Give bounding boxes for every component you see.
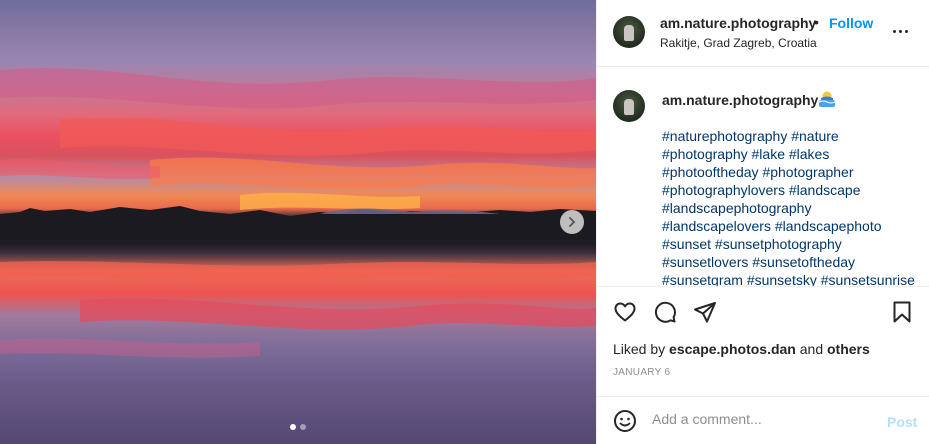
more-icon-dot: [899, 30, 902, 33]
author-avatar[interactable]: [613, 16, 645, 48]
emoji-button[interactable]: [613, 409, 637, 438]
instagram-post: am.nature.photography • Follow Rakitje, …: [0, 0, 929, 444]
comment-input[interactable]: [652, 411, 872, 427]
hashtag-list: #naturephotography #nature #photography …: [662, 127, 924, 286]
hashtag-line[interactable]: #photographylovers #landscape: [662, 181, 924, 199]
person-in-lake-emoji: [818, 91, 836, 107]
sunset-lake-photo: [0, 68, 596, 358]
carousel-dot: [300, 424, 306, 430]
comment-composer: Post: [597, 396, 929, 444]
hashtag-line[interactable]: #landscapephotography: [662, 199, 924, 217]
post-header: am.nature.photography • Follow Rakitje, …: [597, 0, 929, 67]
caption-avatar[interactable]: [613, 90, 645, 122]
post-date[interactable]: January 6: [613, 367, 670, 378]
post-photo[interactable]: [0, 0, 596, 444]
carousel-next-button[interactable]: [560, 210, 584, 234]
more-options-button[interactable]: [893, 30, 908, 33]
like-button[interactable]: [613, 300, 637, 329]
likes-prefix: Liked by: [613, 341, 666, 357]
author-username[interactable]: am.nature.photography: [660, 15, 816, 31]
share-button[interactable]: [693, 300, 717, 329]
hashtag-line[interactable]: #sunset #sunsetphotography: [662, 235, 924, 253]
post-actions: Liked by escape.photos.dan and others Ja…: [597, 286, 929, 398]
post-side-panel: am.nature.photography • Follow Rakitje, …: [596, 0, 929, 444]
likes-summary: Liked by escape.photos.dan and others: [613, 341, 870, 357]
separator-dot: •: [814, 14, 819, 30]
hashtag-line[interactable]: #landscapelovers #landscapephoto: [662, 217, 924, 235]
likes-others-link[interactable]: others: [827, 341, 870, 357]
more-icon-dot: [905, 30, 908, 33]
hashtag-line[interactable]: #sunsetgram #sunsetsky #sunsetsunrise: [662, 271, 924, 286]
bookmark-icon: [893, 301, 911, 323]
post-comment-button[interactable]: Post: [887, 414, 917, 430]
liked-by-user[interactable]: escape.photos.dan: [669, 341, 796, 357]
comment-button[interactable]: [653, 300, 677, 329]
carousel-indicator: [0, 424, 596, 430]
carousel-dot-active: [290, 424, 296, 430]
chevron-right-icon: [569, 217, 576, 227]
caption-username[interactable]: am.nature.photography: [662, 92, 818, 108]
hashtag-line[interactable]: #photography #lake #lakes: [662, 145, 924, 163]
hashtag-line[interactable]: #naturephotography #nature: [662, 127, 924, 145]
save-button[interactable]: [890, 300, 914, 329]
heart-icon: [614, 302, 636, 322]
hashtag-line[interactable]: #sunsetlovers #sunsetoftheday: [662, 253, 924, 271]
smiley-icon: [614, 410, 636, 432]
post-caption: am.nature.photography #naturephotography…: [597, 68, 929, 286]
comment-icon: [654, 301, 676, 323]
likes-middle: and: [799, 341, 824, 357]
hashtag-line[interactable]: #photooftheday #photographer: [662, 163, 924, 181]
more-icon-dot: [893, 30, 896, 33]
follow-button[interactable]: Follow: [829, 15, 873, 31]
send-icon: [694, 302, 716, 323]
post-location[interactable]: Rakitje, Grad Zagreb, Croatia: [660, 36, 817, 50]
